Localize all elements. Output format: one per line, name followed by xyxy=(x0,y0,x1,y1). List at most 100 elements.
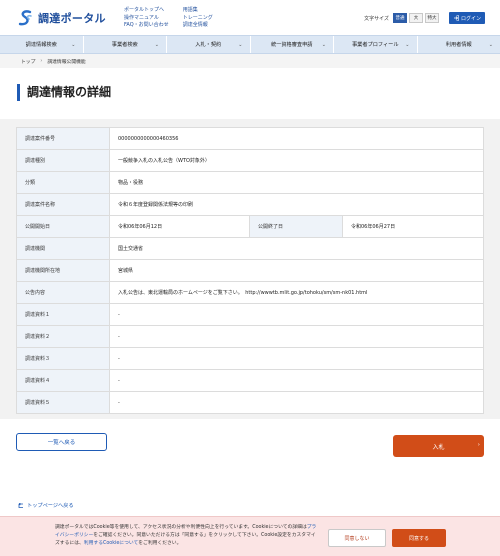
location-label: 調達機関所在地 xyxy=(16,259,110,282)
case-number-value: 0000000000000460356 xyxy=(109,127,484,150)
header-links-col1: ポータルトップへ 操作マニュアル FAQ・お問い合わせ xyxy=(124,7,169,30)
table-row: 調達案件名称 令和６年度登録関係法規等の印刷 xyxy=(16,193,484,216)
table-row: 調達資料３ - xyxy=(16,347,484,370)
end-date-value: 令和06年06月27日 xyxy=(342,215,484,238)
cookie-text-3: をご利用ください。 xyxy=(138,541,182,546)
cookie-agree-button[interactable]: 同意する xyxy=(392,529,446,547)
name-label: 調達案件名称 xyxy=(16,193,110,216)
back-to-top-link[interactable]: トップページへ戻る xyxy=(17,502,74,509)
link-manual[interactable]: 操作マニュアル xyxy=(124,15,169,23)
breadcrumb-current: 調達情報公開機能 xyxy=(47,59,86,65)
logo-text: 調達ポータル xyxy=(38,12,106,25)
chevron-down-icon: ⌄ xyxy=(71,42,76,48)
table-row: 公告内容 入札公告は、東北運輸局のホームページをご覧下さい。 http://ww… xyxy=(16,281,484,304)
material4-label: 調達資料４ xyxy=(16,369,110,392)
material5-label: 調達資料５ xyxy=(16,391,110,414)
back-to-list-label: 一覧へ戻る xyxy=(47,440,76,446)
chevron-down-icon: ⌄ xyxy=(488,42,493,48)
logo-mark-icon xyxy=(18,10,32,26)
gnav-label: 統一資格審査申請 xyxy=(270,42,313,48)
site-logo[interactable]: 調達ポータル xyxy=(17,8,110,28)
table-row: 調達資料２ - xyxy=(16,325,484,348)
breadcrumb-top[interactable]: トップ xyxy=(21,58,35,65)
chevron-down-icon: ⌄ xyxy=(405,42,410,48)
gnav-label: 調達情報検索 xyxy=(25,42,57,48)
agency-label: 調達機関 xyxy=(16,237,110,260)
site-header: 調達ポータル ポータルトップへ 操作マニュアル FAQ・お問い合わせ 用語集 ト… xyxy=(0,0,500,35)
cookie-message: 調達ポータルではCookie等を使用して、アクセス状況の分析や利便性向上を行って… xyxy=(55,524,320,548)
table-row: 公開開始日 令和06年06月12日 公開終了日 令和06年06月27日 xyxy=(16,215,484,238)
link-faq[interactable]: FAQ・お問い合わせ xyxy=(124,22,169,30)
breadcrumb: トップ › 調達情報公開機能 xyxy=(0,54,500,68)
table-row: 調達案件番号 0000000000000460356 xyxy=(16,127,484,150)
font-size-label: 文字サイズ xyxy=(364,15,389,22)
link-portal-top[interactable]: ポータルトップへ xyxy=(124,7,169,15)
material3-label: 調達資料３ xyxy=(16,347,110,370)
login-icon xyxy=(453,15,459,21)
detail-table: 調達案件番号 0000000000000460356 調達種別 一般競争入札の入… xyxy=(16,127,484,414)
table-row: 調達機関所在地 宮城県 xyxy=(16,259,484,282)
breadcrumb-separator-icon: › xyxy=(40,58,43,64)
cookie-banner: 調達ポータルではCookie等を使用して、アクセス状況の分析や利便性向上を行って… xyxy=(0,516,500,556)
gnav-qualification[interactable]: 統一資格審査申請 ⌄ xyxy=(251,36,334,53)
category-label: 分類 xyxy=(16,171,110,194)
link-all-info[interactable]: 調達全情報 xyxy=(183,22,213,30)
header-links-col2: 用語集 トレーニング 調達全情報 xyxy=(183,7,213,30)
font-size-normal-button[interactable]: 普通 xyxy=(393,13,407,23)
gnav-bid-contract[interactable]: 入札・契約 ⌄ xyxy=(167,36,251,53)
table-row: 調達種別 一般競争入札の入札公告（WTO対象外） xyxy=(16,149,484,172)
cookie-deny-button[interactable]: 同意しない xyxy=(328,529,386,547)
type-value: 一般競争入札の入札公告（WTO対象外） xyxy=(109,149,484,172)
gnav-label: 利用者情報 xyxy=(445,42,472,48)
material3-value: - xyxy=(109,347,484,370)
gnav-label: 入札・契約 xyxy=(195,42,222,48)
chevron-down-icon: ⌄ xyxy=(321,42,326,48)
page-title: 調達情報の詳細 xyxy=(17,84,500,101)
chevron-down-icon: ⌄ xyxy=(154,42,159,48)
back-to-top-label: トップページへ戻る xyxy=(27,503,74,509)
gnav-company-profile[interactable]: 事業者プロフィール ⌄ xyxy=(334,36,418,53)
gnav-user-info[interactable]: 利用者情報 ⌄ xyxy=(418,36,500,53)
table-row: 調達資料４ - xyxy=(16,369,484,392)
notice-value: 入札公告は、東北運輸局のホームページをご覧下さい。 http://wwwtb.m… xyxy=(109,281,484,304)
material2-label: 調達資料２ xyxy=(16,325,110,348)
agency-value: 国土交通省 xyxy=(109,237,484,260)
cookie-agree-label: 同意する xyxy=(408,535,429,542)
gnav-company-search[interactable]: 事業者検索 ⌄ xyxy=(84,36,167,53)
case-number-label: 調達案件番号 xyxy=(16,127,110,150)
material1-label: 調達資料１ xyxy=(16,303,110,326)
font-size-large-button[interactable]: 大 xyxy=(409,13,423,23)
type-label: 調達種別 xyxy=(16,149,110,172)
detail-panel: 調達案件番号 0000000000000460356 調達種別 一般競争入札の入… xyxy=(0,119,500,419)
login-label: ログイン xyxy=(460,15,481,22)
global-nav: 調達情報検索 ⌄ 事業者検索 ⌄ 入札・契約 ⌄ 統一資格審査申請 ⌄ 事業者プロフィー… xyxy=(0,35,500,54)
material5-value: - xyxy=(109,391,484,414)
login-button[interactable]: ログイン xyxy=(449,12,485,24)
bid-button[interactable]: 入札 › xyxy=(393,435,484,457)
material4-value: - xyxy=(109,369,484,392)
name-value: 令和６年度登録関係法規等の印刷 xyxy=(109,193,484,216)
cookie-text-1: 調達ポータルではCookie等を使用して、アクセス状況の分析や利便性向上を行って… xyxy=(55,525,307,530)
table-row: 調達機関 国土交通省 xyxy=(16,237,484,260)
gnav-procurement-search[interactable]: 調達情報検索 ⌄ xyxy=(0,36,84,53)
start-date-label: 公開開始日 xyxy=(16,215,110,238)
link-training[interactable]: トレーニング xyxy=(183,15,213,23)
table-row: 調達資料５ - xyxy=(16,391,484,414)
location-value: 宮城県 xyxy=(109,259,484,282)
gnav-label: 事業者プロフィール xyxy=(351,42,399,48)
font-size-selector: 文字サイズ 普通 大 特大 ログイン xyxy=(364,12,485,24)
cookie-deny-label: 同意しない xyxy=(344,535,370,542)
return-arrow-icon xyxy=(18,502,23,508)
material2-value: - xyxy=(109,325,484,348)
back-to-list-button[interactable]: 一覧へ戻る xyxy=(16,433,107,451)
table-row: 分類 物品・役務 xyxy=(16,171,484,194)
notice-label: 公告内容 xyxy=(16,281,110,304)
bid-label: 入札 xyxy=(432,443,445,451)
link-glossary[interactable]: 用語集 xyxy=(183,7,213,15)
font-size-xlarge-button[interactable]: 特大 xyxy=(425,13,439,23)
material1-value: - xyxy=(109,303,484,326)
category-value: 物品・役務 xyxy=(109,171,484,194)
cookie-info-link[interactable]: 利用するCookieについて xyxy=(84,541,138,546)
end-date-label: 公開終了日 xyxy=(249,215,343,238)
table-row: 調達資料１ - xyxy=(16,303,484,326)
